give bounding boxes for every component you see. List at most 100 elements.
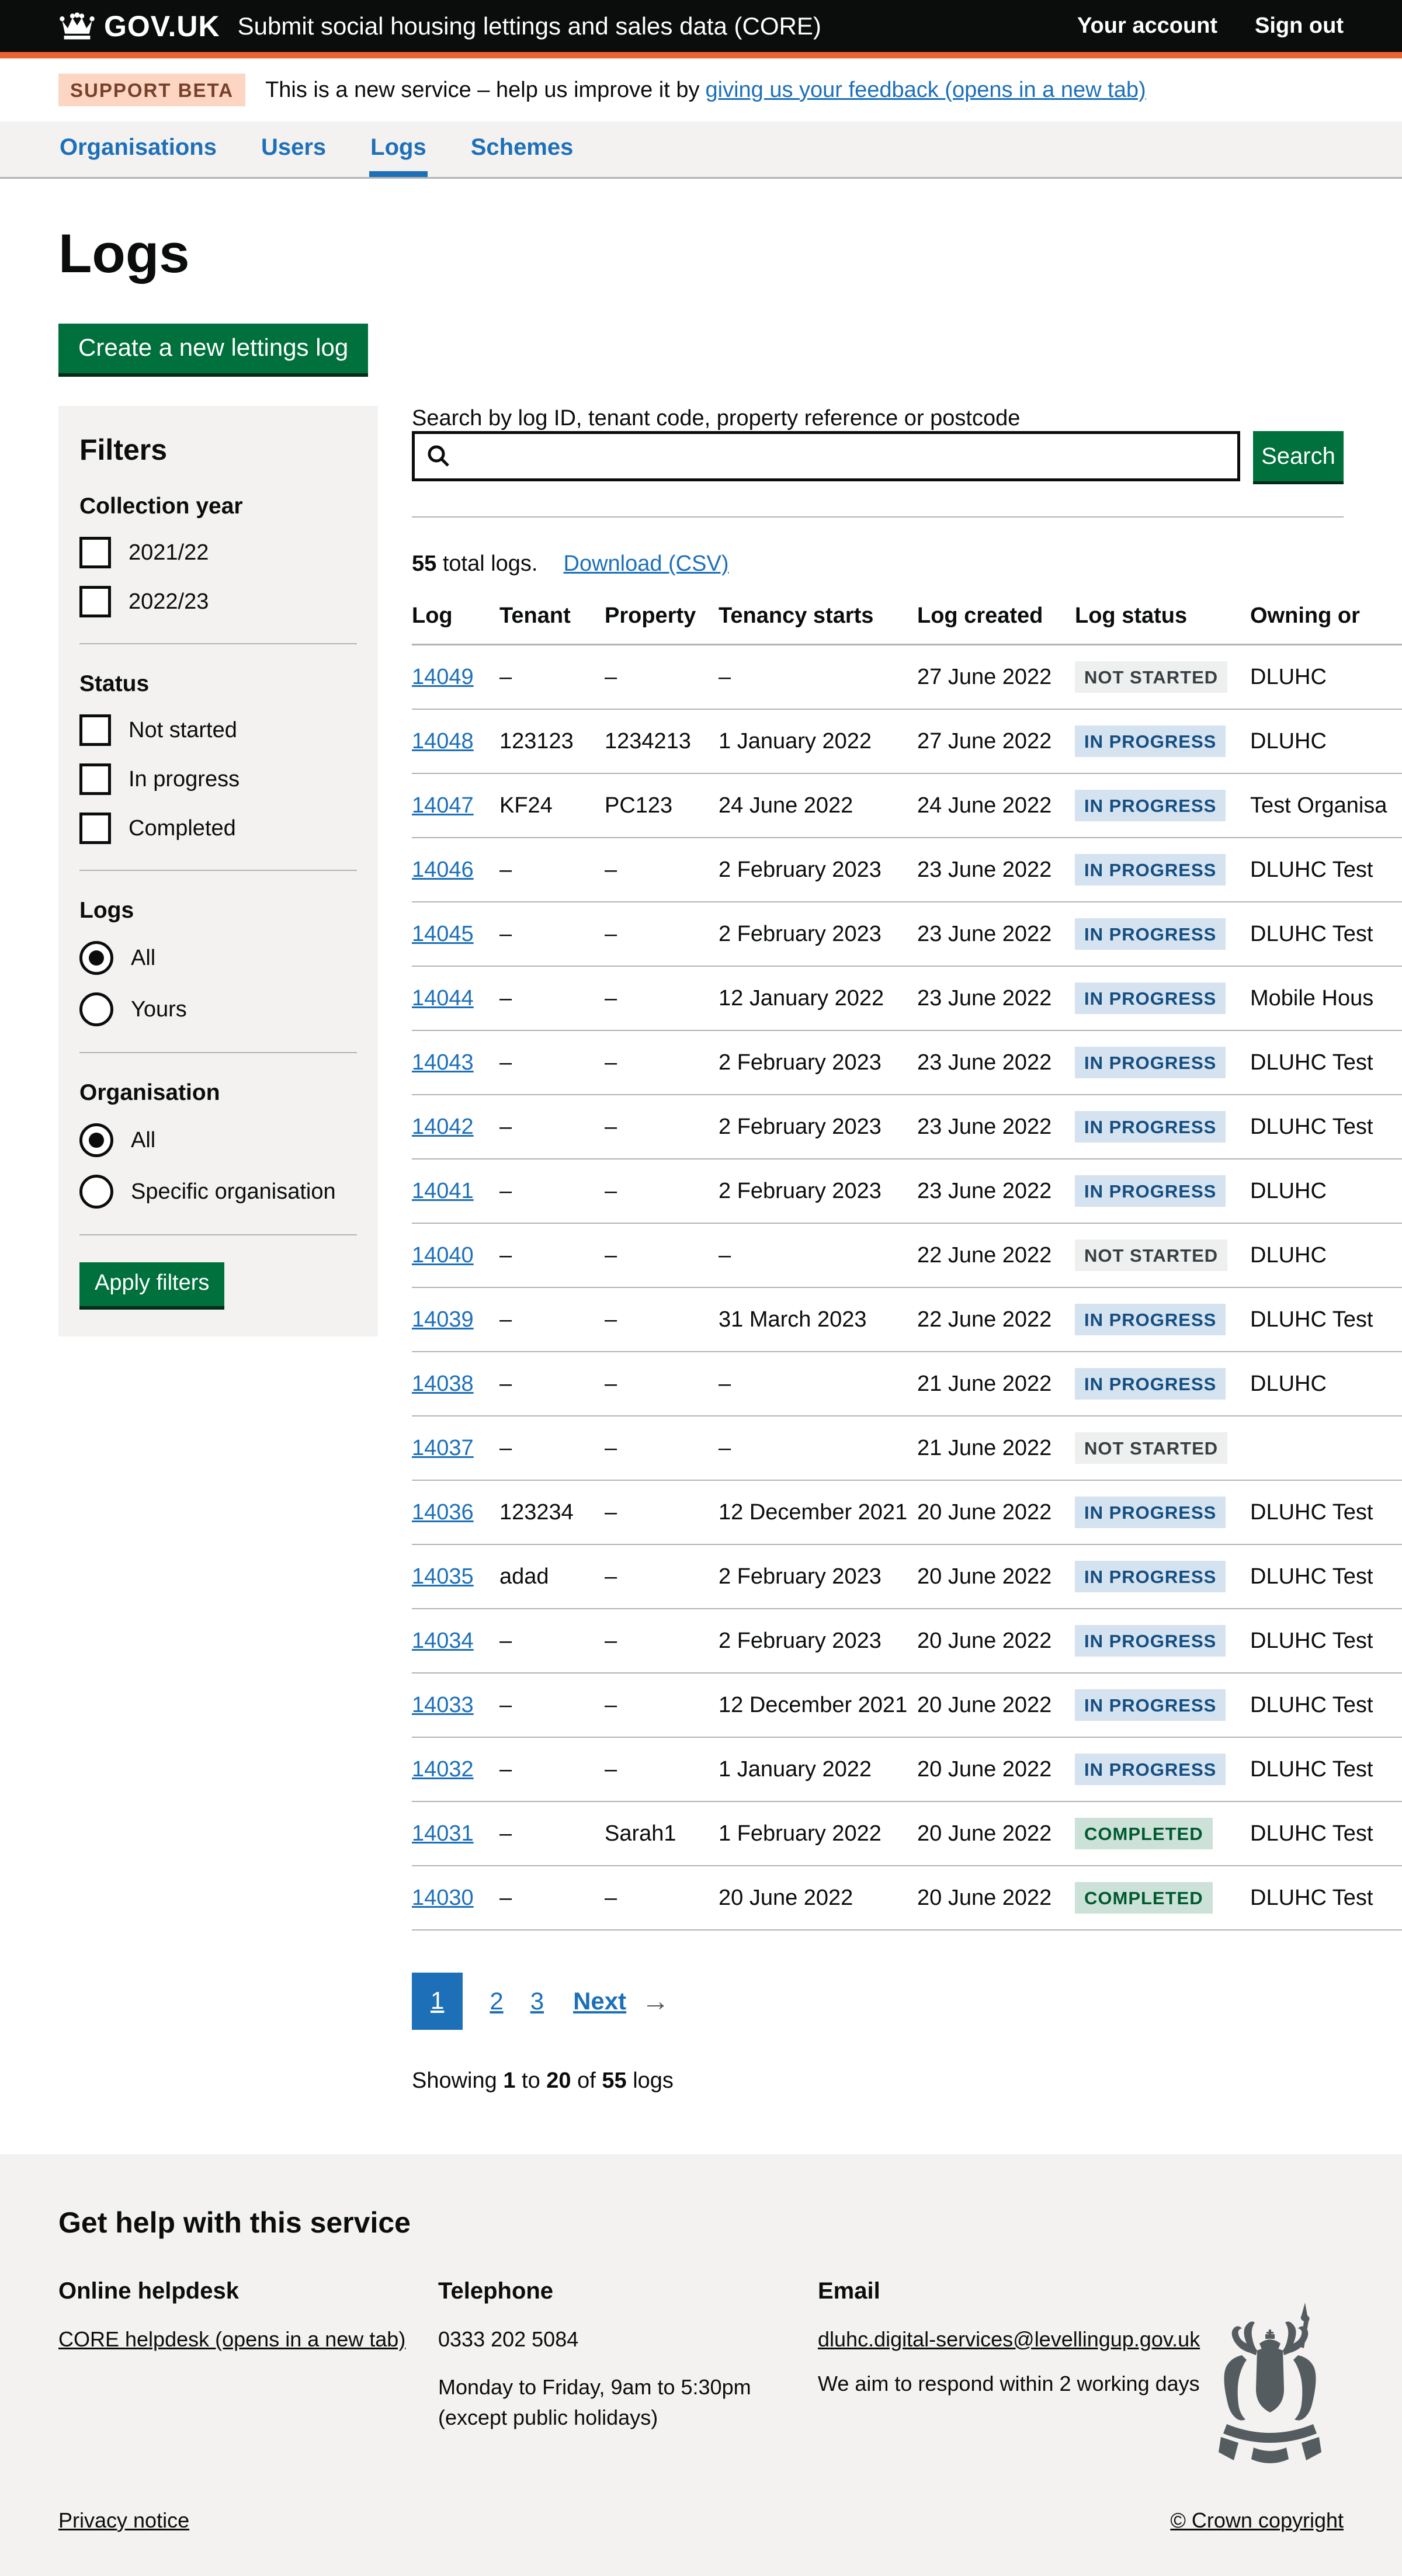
status-badge: In progress — [1075, 1175, 1226, 1207]
email-heading: Email — [818, 2278, 1227, 2304]
nav-tab[interactable]: Organisations — [58, 121, 218, 177]
log-id-link[interactable]: 14040 — [412, 1243, 474, 1268]
log-created-cell: 21 June 2022 — [917, 1352, 1075, 1416]
log-id-link[interactable]: 14039 — [412, 1307, 474, 1332]
nav-tab[interactable]: Schemes — [470, 121, 575, 177]
pagination-page-link[interactable]: 3 — [530, 1987, 544, 2015]
checkbox[interactable] — [79, 537, 111, 568]
privacy-notice-link[interactable]: Privacy notice — [58, 2508, 189, 2533]
log-id-link[interactable]: 14049 — [412, 665, 474, 689]
beta-tag: SUPPORT BETA — [58, 74, 245, 106]
log-id-link[interactable]: 14032 — [412, 1757, 474, 1782]
log-id-link[interactable]: 14041 — [412, 1179, 474, 1203]
owning-org-cell: DLUHC Test — [1250, 838, 1402, 902]
property-cell: – — [605, 1737, 719, 1801]
property-cell: 1234213 — [605, 709, 719, 773]
tenancy-starts-cell: 1 January 2022 — [719, 1737, 917, 1801]
footer-title: Get help with this service — [58, 2206, 1344, 2240]
checkbox-option[interactable]: 2022/23 — [79, 586, 357, 617]
radio[interactable] — [79, 992, 113, 1026]
log-created-cell: 20 June 2022 — [917, 1480, 1075, 1544]
log-created-cell: 22 June 2022 — [917, 1287, 1075, 1352]
owning-org-cell: DLUHC Test — [1250, 1801, 1402, 1866]
sign-out-link[interactable]: Sign out — [1255, 13, 1344, 39]
apply-filters-button[interactable]: Apply filters — [79, 1262, 224, 1306]
checkbox[interactable] — [79, 813, 111, 844]
log-id-link[interactable]: 14030 — [412, 1886, 474, 1910]
property-cell: Sarah1 — [605, 1801, 719, 1866]
arrow-right-icon: → — [641, 1985, 669, 2018]
owning-org-cell: DLUHC — [1250, 645, 1402, 710]
log-id-link[interactable]: 14031 — [412, 1821, 474, 1846]
log-id-link[interactable]: 14042 — [412, 1115, 474, 1139]
owning-org-cell: DLUHC — [1250, 1223, 1402, 1287]
status-badge: In progress — [1075, 854, 1226, 886]
tenancy-starts-cell: 12 December 2021 — [719, 1673, 917, 1737]
checkbox[interactable] — [79, 714, 111, 746]
tenancy-starts-cell: – — [719, 1223, 917, 1287]
radio-option[interactable]: All — [79, 941, 357, 975]
pagination-page-link[interactable]: 2 — [490, 1987, 503, 2015]
log-id-link[interactable]: 14047 — [412, 793, 474, 818]
log-id-link[interactable]: 14046 — [412, 857, 474, 882]
checkbox-option[interactable]: In progress — [79, 763, 357, 795]
email-link[interactable]: dluhc.digital-services@levellingup.gov.u… — [818, 2324, 1200, 2355]
search-button[interactable]: Search — [1253, 431, 1344, 481]
radio[interactable] — [79, 941, 113, 975]
table-header-row: Log Tenant Property Tenancy starts Log c… — [412, 603, 1402, 645]
log-id-link[interactable]: 14035 — [412, 1564, 474, 1589]
crown-copyright-link[interactable]: © Crown copyright — [1170, 2508, 1344, 2533]
owning-org-cell — [1250, 1416, 1402, 1480]
footer-telephone-column: Telephone 0333 202 5084 Monday to Friday… — [438, 2278, 818, 2440]
log-id-link[interactable]: 14036 — [412, 1500, 474, 1525]
your-account-link[interactable]: Your account — [1077, 13, 1217, 39]
checkbox-option[interactable]: Completed — [79, 813, 357, 844]
log-created-cell: 23 June 2022 — [917, 1095, 1075, 1159]
filter-group-label: Status — [79, 671, 357, 697]
pagination-current-page[interactable]: 1 — [412, 1973, 463, 2030]
checkbox[interactable] — [79, 763, 111, 795]
checkbox-option[interactable]: Not started — [79, 714, 357, 746]
status-badge: In progress — [1075, 1625, 1226, 1657]
filter-group-organisation: Organisation All Specific organisation — [79, 1080, 357, 1209]
feedback-link[interactable]: giving us your feedback (opens in a new … — [706, 78, 1146, 103]
checkbox-label: Not started — [129, 718, 237, 743]
radio-option[interactable]: All — [79, 1123, 357, 1157]
log-id-link[interactable]: 14034 — [412, 1629, 474, 1653]
tenancy-starts-cell: 2 February 2023 — [719, 1544, 917, 1609]
property-cell: – — [605, 902, 719, 966]
download-csv-link[interactable]: Download (CSV) — [564, 551, 729, 577]
log-id-link[interactable]: 14043 — [412, 1050, 474, 1075]
checkbox-option[interactable]: 2021/22 — [79, 537, 357, 568]
log-id-link[interactable]: 14048 — [412, 729, 474, 754]
checkbox[interactable] — [79, 586, 111, 617]
core-helpdesk-link[interactable]: CORE helpdesk (opens in a new tab) — [58, 2324, 405, 2355]
nav-tab[interactable]: Users — [260, 121, 327, 177]
radio[interactable] — [79, 1123, 113, 1157]
create-lettings-log-button[interactable]: Create a new lettings log — [58, 324, 368, 373]
log-created-cell: 20 June 2022 — [917, 1866, 1075, 1930]
radio-option[interactable]: Specific organisation — [79, 1175, 357, 1209]
site-header: GOV.UK Submit social housing lettings an… — [0, 0, 1402, 58]
radio-option[interactable]: Yours — [79, 992, 357, 1026]
service-name[interactable]: Submit social housing lettings and sales… — [238, 12, 821, 40]
pagination-next-link[interactable]: Next — [573, 1987, 626, 2015]
radio[interactable] — [79, 1175, 113, 1209]
log-id-link[interactable]: 14045 — [412, 922, 474, 946]
status-badge: In progress — [1075, 1047, 1226, 1078]
tenancy-starts-cell: 2 February 2023 — [719, 1095, 917, 1159]
tenant-cell: KF24 — [499, 773, 605, 838]
nav-tab[interactable]: Logs — [369, 121, 428, 177]
status-badge: In progress — [1075, 1561, 1226, 1592]
log-id-link[interactable]: 14033 — [412, 1693, 474, 1717]
search-input[interactable] — [412, 431, 1240, 481]
telephone-hours-note: (except public holidays) — [438, 2403, 818, 2433]
status-badge: In progress — [1075, 1754, 1226, 1785]
log-id-link[interactable]: 14038 — [412, 1372, 474, 1396]
header-logo-group[interactable]: GOV.UK Submit social housing lettings an… — [58, 9, 821, 43]
telephone-heading: Telephone — [438, 2278, 818, 2304]
log-id-link[interactable]: 14037 — [412, 1436, 474, 1460]
column-header-tenant: Tenant — [499, 603, 605, 645]
table-row: 14045 – – 2 February 2023 23 June 2022 I… — [412, 902, 1402, 966]
log-id-link[interactable]: 14044 — [412, 986, 474, 1011]
